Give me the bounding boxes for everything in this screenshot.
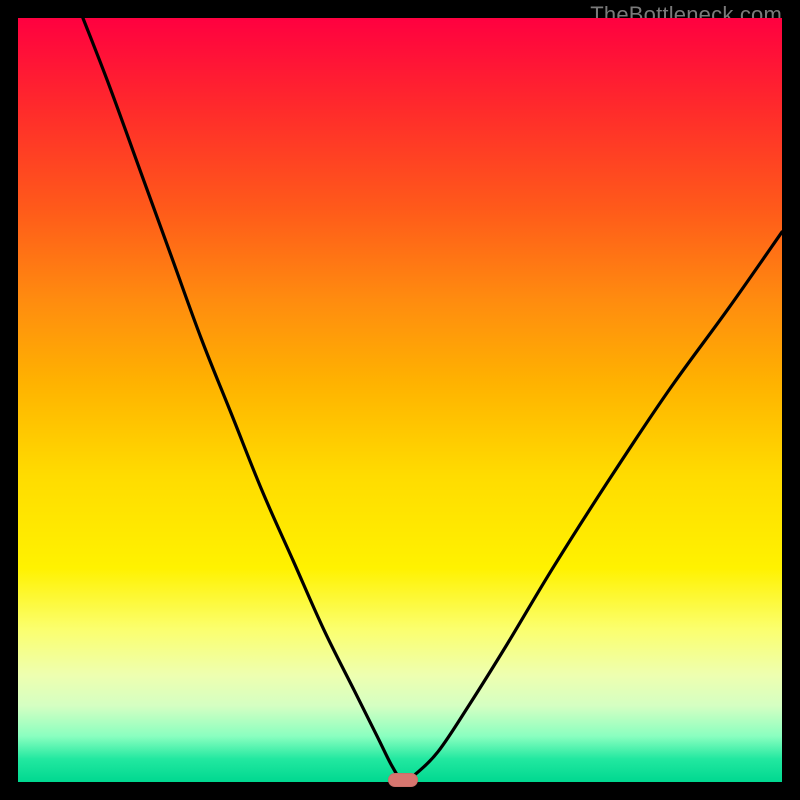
- plot-area: [18, 18, 782, 782]
- optimal-marker: [388, 773, 418, 787]
- bottleneck-curve: [18, 18, 782, 782]
- chart-wrapper: TheBottleneck.com: [0, 0, 800, 800]
